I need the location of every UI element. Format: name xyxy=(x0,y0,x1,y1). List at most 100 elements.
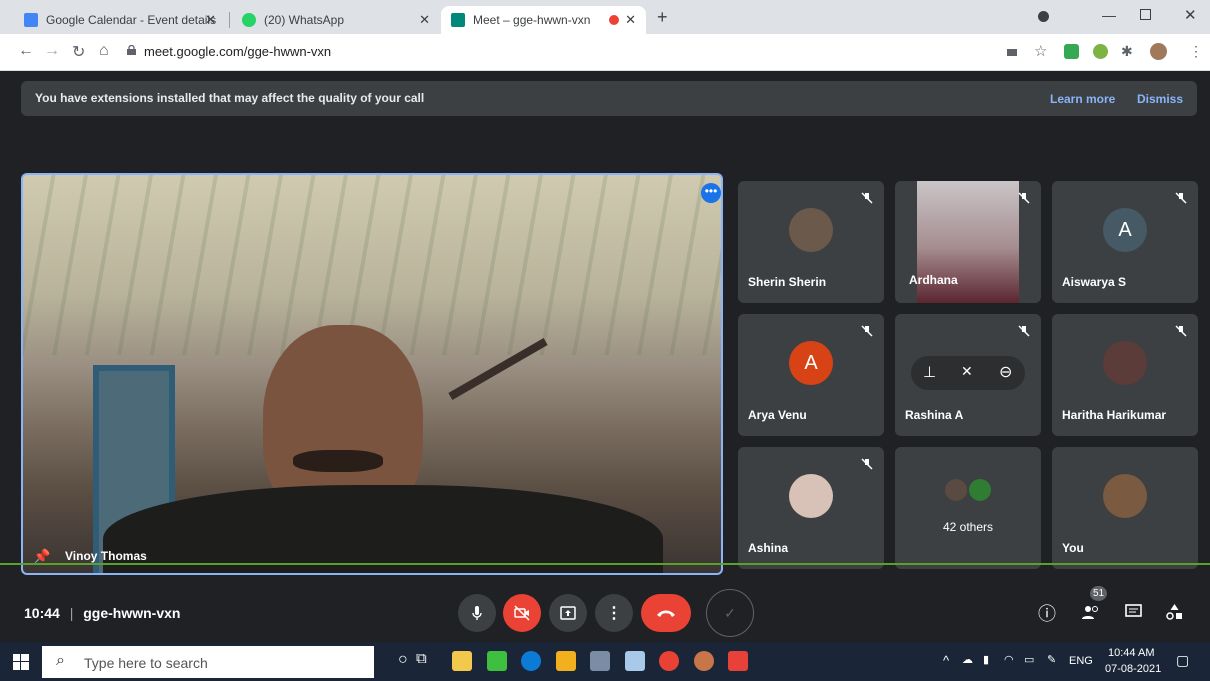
calculator-icon[interactable] xyxy=(590,651,610,671)
bookmark-star-icon[interactable]: ☆ xyxy=(1034,42,1047,60)
mute-icon[interactable]: ✕ xyxy=(961,363,973,380)
participant-name: Sherin Sherin xyxy=(748,275,827,289)
learn-more-link[interactable]: Learn more xyxy=(1050,92,1115,106)
extensions-puzzle-icon[interactable]: ✱ xyxy=(1121,43,1133,60)
tab-label: (20) WhatsApp xyxy=(264,13,345,27)
close-icon[interactable]: ✕ xyxy=(625,12,636,28)
new-tab-icon[interactable]: + xyxy=(657,7,668,28)
participant-tile[interactable]: Ardhana xyxy=(895,181,1041,303)
muted-mic-icon xyxy=(861,458,873,470)
restore-icon[interactable] xyxy=(1140,9,1151,20)
tray-expand-icon[interactable]: ^ xyxy=(943,653,949,668)
participant-tile-self[interactable]: You xyxy=(1052,447,1198,569)
more-options-button[interactable]: ⋮ xyxy=(595,594,633,632)
info-icon[interactable]: ⓘ xyxy=(1038,600,1056,626)
camera-button[interactable] xyxy=(503,594,541,632)
windows-start-icon[interactable] xyxy=(13,654,29,670)
forward-icon[interactable]: → xyxy=(44,42,60,60)
muted-mic-icon xyxy=(1018,325,1030,337)
search-placeholder: Type here to search xyxy=(84,655,208,671)
onedrive-icon[interactable]: ☁ xyxy=(962,653,973,666)
close-icon[interactable]: ✕ xyxy=(205,12,216,28)
people-icon[interactable] xyxy=(1081,604,1101,620)
microphone-button[interactable] xyxy=(458,594,496,632)
kebab-icon: ⋮ xyxy=(606,605,622,622)
participant-tile[interactable]: A Aiswarya S xyxy=(1052,181,1198,303)
paint-icon[interactable] xyxy=(625,651,645,671)
tab-google-calendar[interactable]: Google Calendar - Event details ✕ xyxy=(14,6,226,34)
close-icon[interactable]: ✕ xyxy=(419,12,430,28)
main-video-tile[interactable]: ••• 📌 Vinoy Thomas xyxy=(21,173,723,575)
wifi-icon[interactable]: ◠ xyxy=(1004,653,1014,666)
dismiss-button[interactable]: Dismiss xyxy=(1137,92,1183,106)
cortana-icon[interactable]: ○ xyxy=(398,651,408,669)
microphone-icon xyxy=(472,606,482,620)
participant-name: You xyxy=(1062,541,1084,555)
participant-name: Rashina A xyxy=(905,408,964,422)
camera-off-icon xyxy=(514,605,530,621)
avatar xyxy=(1103,474,1147,518)
avatar xyxy=(789,208,833,252)
participant-tile[interactable]: Haritha Harikumar xyxy=(1052,314,1198,436)
chat-icon[interactable] xyxy=(1125,604,1142,620)
participant-tile[interactable]: A Arya Venu xyxy=(738,314,884,436)
calendar-favicon-icon xyxy=(24,13,38,27)
profile-icon[interactable] xyxy=(1038,11,1049,22)
others-count: 42 others xyxy=(942,520,994,534)
end-call-button[interactable] xyxy=(641,594,691,632)
clock-time[interactable]: 10:44 AM xyxy=(1108,647,1154,659)
camtasia-icon[interactable] xyxy=(487,651,507,671)
meet-control-bar: 10:44 | gge-hwwn-vxn ⋮ ✓ ⓘ 51 xyxy=(0,582,1210,642)
pin-icon[interactable]: ⊥ xyxy=(923,363,936,381)
camera-indicator-icon[interactable] xyxy=(1007,49,1017,56)
tab-label: Meet – gge-hwwn-vxn xyxy=(473,13,591,27)
present-screen-button[interactable] xyxy=(549,594,587,632)
clock-date[interactable]: 07-08-2021 xyxy=(1105,663,1161,675)
mic-tray-icon[interactable]: ▮ xyxy=(983,653,989,666)
menu-kebab-icon[interactable]: ⋮ xyxy=(1189,43,1203,60)
check-icon: ✓ xyxy=(724,604,736,621)
language-indicator[interactable]: ENG xyxy=(1069,655,1093,667)
notification-icon[interactable]: ▢ xyxy=(1176,652,1189,669)
back-icon[interactable]: ← xyxy=(18,42,34,60)
window-close-icon[interactable]: ✕ xyxy=(1184,6,1197,24)
avatar: A xyxy=(789,341,833,385)
divider xyxy=(0,563,1210,565)
participant-tile[interactable]: Ashina xyxy=(738,447,884,569)
activities-button[interactable]: ✓ xyxy=(706,589,754,637)
profile-avatar[interactable] xyxy=(1150,43,1167,60)
chrome-icon[interactable] xyxy=(659,651,679,671)
participant-tile[interactable]: ⊥ ✕ ⊖ Rashina A xyxy=(895,314,1041,436)
remove-icon[interactable]: ⊖ xyxy=(999,362,1012,382)
minimize-icon[interactable]: — xyxy=(1102,7,1116,23)
taskbar-search-box[interactable]: ⌕ Type here to search xyxy=(42,646,374,678)
extension-icon[interactable] xyxy=(1064,44,1079,59)
meeting-code: gge-hwwn-vxn xyxy=(83,605,181,621)
more-options-icon[interactable]: ••• xyxy=(701,183,721,203)
avatar xyxy=(789,474,833,518)
reload-icon[interactable]: ↻ xyxy=(72,42,85,62)
pen-icon[interactable]: ✎ xyxy=(1047,653,1056,666)
extension-icon[interactable] xyxy=(1093,44,1108,59)
file-explorer-icon[interactable] xyxy=(452,651,472,671)
tab-whatsapp[interactable]: (20) WhatsApp ✕ xyxy=(232,6,440,34)
avatar xyxy=(969,479,991,501)
muted-mic-icon xyxy=(861,192,873,204)
battery-icon[interactable]: ▭ xyxy=(1024,653,1034,666)
activities-shapes-icon[interactable] xyxy=(1166,603,1183,621)
banner-message: You have extensions installed that may a… xyxy=(35,91,425,105)
url-field[interactable]: meet.google.com/gge-hwwn-vxn xyxy=(144,44,331,59)
avatar xyxy=(1103,341,1147,385)
task-view-icon[interactable]: ⧉ xyxy=(416,650,427,667)
browser-tab-bar: Google Calendar - Event details ✕ (20) W… xyxy=(0,0,1210,34)
edge-icon[interactable] xyxy=(521,651,541,671)
tab-meet[interactable]: Meet – gge-hwwn-vxn ✕ xyxy=(441,6,646,34)
avatar xyxy=(945,479,967,501)
participant-tile-others[interactable]: 42 others xyxy=(895,447,1041,569)
muted-mic-icon xyxy=(1175,192,1187,204)
chrome-profile-icon[interactable] xyxy=(694,651,714,671)
store-icon[interactable] xyxy=(556,651,576,671)
home-icon[interactable]: ⌂ xyxy=(99,42,109,60)
participant-tile[interactable]: Sherin Sherin xyxy=(738,181,884,303)
recorder-icon[interactable] xyxy=(728,651,748,671)
